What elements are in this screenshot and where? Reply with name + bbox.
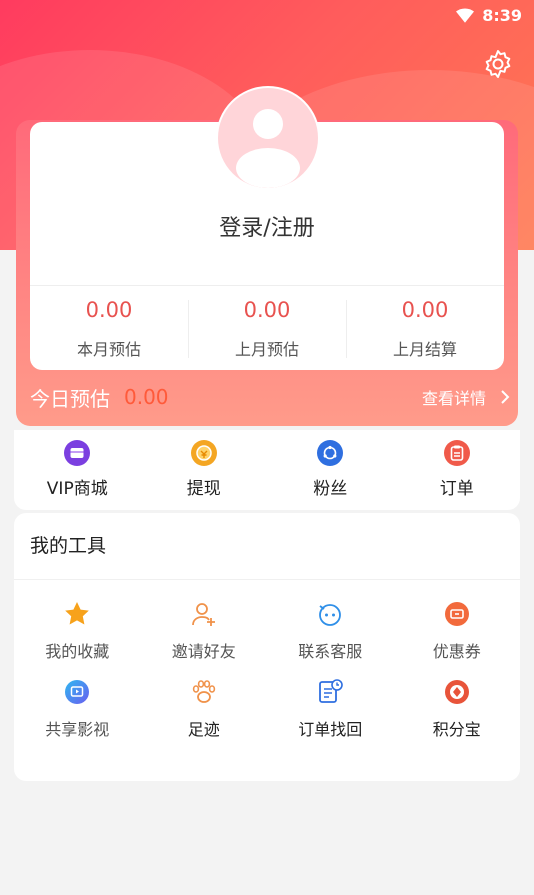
customer-service-icon	[319, 604, 342, 626]
status-bar: 8:39	[456, 6, 522, 25]
login-register-link[interactable]: 登录/注册	[30, 210, 504, 242]
quick-action-label: 提现	[186, 479, 221, 499]
tool-label: 订单找回	[298, 720, 363, 739]
status-time: 8:39	[482, 6, 522, 25]
view-details-label: 查看详情	[421, 389, 486, 408]
fans-icon	[317, 440, 344, 466]
gear-icon	[485, 50, 511, 78]
today-estimate-row: 今日预估 0.00 查看详情	[30, 380, 510, 414]
stat-last-month-settled[interactable]: 0.00 上月结算	[346, 286, 504, 371]
tool-label: 联系客服	[298, 642, 363, 661]
video-share-icon	[65, 680, 90, 704]
stat-value: 0.00	[243, 297, 291, 322]
tool-points-treasure[interactable]: 积分宝	[394, 674, 521, 766]
today-estimate-label: 今日预估	[30, 386, 110, 411]
tool-order-retrieve[interactable]: 订单找回	[267, 674, 394, 766]
tool-label: 积分宝	[432, 720, 481, 739]
tool-label: 邀请好友	[171, 642, 236, 661]
stat-label: 本月预估	[76, 339, 141, 359]
footprint-icon	[192, 680, 215, 703]
today-estimate-value: 0.00	[124, 385, 169, 409]
invite-friend-icon	[191, 603, 215, 626]
quick-actions: VIP商城 提现 粉丝 订单	[14, 430, 520, 510]
stat-this-month-estimate[interactable]: 0.00 本月预估	[30, 286, 188, 371]
tool-coupons[interactable]: 优惠券	[394, 596, 521, 674]
vip-mall-icon	[64, 440, 91, 466]
view-details-link[interactable]: 查看详情	[422, 385, 510, 409]
tool-invite-friends[interactable]: 邀请好友	[141, 596, 268, 674]
stat-label: 上月结算	[392, 339, 457, 359]
quick-action-withdraw[interactable]: 提现	[141, 430, 268, 510]
quick-action-fans[interactable]: 粉丝	[267, 430, 394, 510]
my-tools-title: 我的工具	[14, 513, 520, 580]
quick-action-vip-mall[interactable]: VIP商城	[14, 430, 141, 510]
tool-label: 我的收藏	[45, 642, 110, 661]
tool-shared-video[interactable]: 共享影视	[14, 674, 141, 766]
order-icon	[443, 440, 470, 466]
settings-button[interactable]	[482, 48, 514, 80]
order-retrieve-icon	[319, 679, 344, 703]
avatar[interactable]	[216, 86, 320, 190]
points-treasure-icon	[444, 680, 469, 704]
star-icon	[65, 602, 90, 625]
chevron-right-icon	[501, 390, 510, 404]
stat-label: 上月预估	[234, 339, 299, 359]
tool-label: 优惠券	[432, 642, 481, 661]
avatar-placeholder	[218, 88, 318, 188]
tools-row: 共享影视 足迹 订单找回 积分宝	[14, 674, 520, 766]
wifi-icon	[456, 8, 475, 23]
quick-action-orders[interactable]: 订单	[394, 430, 521, 510]
stats-row: 0.00 本月预估 0.00 上月预估 0.00 上月结算	[30, 285, 504, 371]
quick-action-label: 订单	[439, 479, 474, 499]
my-tools-card: 我的工具 我的收藏 邀请好友 联系客服 优惠券 共享影视 足迹 订单找回 积分宝	[14, 513, 520, 781]
tool-customer-service[interactable]: 联系客服	[267, 596, 394, 674]
stat-last-month-estimate[interactable]: 0.00 上月预估	[188, 286, 346, 371]
withdraw-icon	[190, 440, 217, 466]
stat-value: 0.00	[85, 297, 133, 322]
coupon-icon	[444, 602, 469, 626]
tool-favorites[interactable]: 我的收藏	[14, 596, 141, 674]
tools-row: 我的收藏 邀请好友 联系客服 优惠券	[14, 580, 520, 674]
tool-label: 足迹	[187, 720, 220, 739]
tool-label: 共享影视	[45, 720, 110, 739]
quick-action-label: 粉丝	[313, 479, 348, 499]
quick-action-label: VIP商城	[46, 479, 108, 499]
stat-value: 0.00	[401, 297, 449, 322]
user-silhouette-icon	[236, 109, 300, 188]
tool-footprints[interactable]: 足迹	[141, 674, 268, 766]
